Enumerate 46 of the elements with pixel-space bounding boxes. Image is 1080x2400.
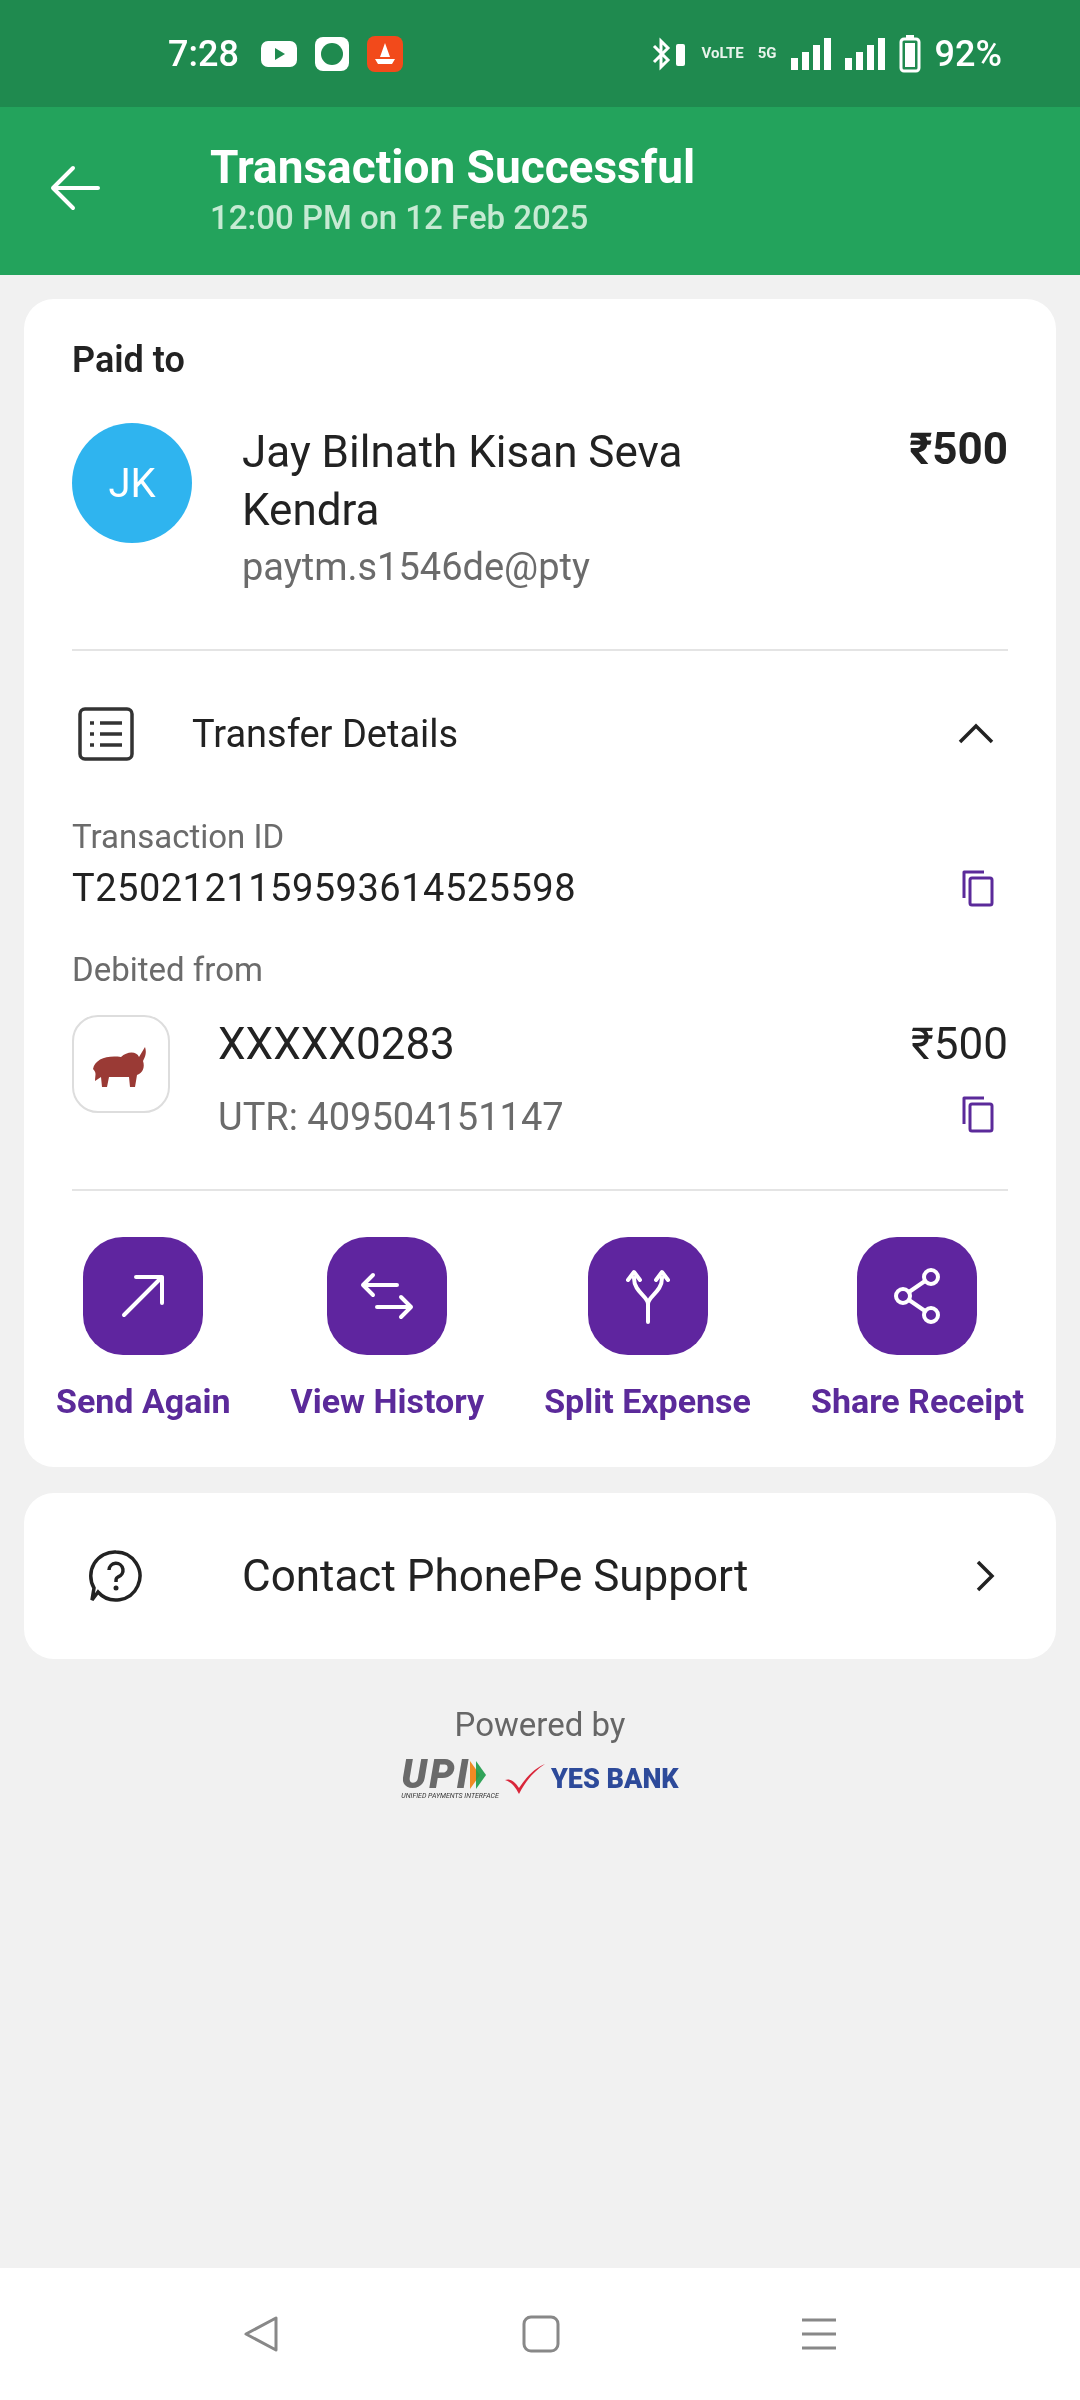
debited-amount: ₹500 xyxy=(911,1018,1008,1070)
support-button[interactable]: Contact PhonePe Support xyxy=(24,1493,1056,1659)
battery-percent: 92% xyxy=(934,32,1002,75)
page-title: Transaction Successful xyxy=(210,139,696,194)
copy-button[interactable] xyxy=(960,1094,996,1134)
action-button[interactable]: View History xyxy=(290,1237,485,1421)
account-number: XXXXX0283 xyxy=(218,1017,455,1072)
debited-from-label: Debited from xyxy=(72,950,263,989)
bank-name-logo: YES BANK xyxy=(550,1763,679,1795)
menu-icon[interactable] xyxy=(800,2317,838,2351)
triangle-icon xyxy=(470,1761,487,1789)
payee-avatar: JK xyxy=(72,423,192,543)
chevron-right-icon xyxy=(974,1558,996,1594)
boat-app-icon xyxy=(366,35,403,72)
transfer-details-title: Transfer Details xyxy=(192,712,459,756)
video-app-icon xyxy=(260,40,297,67)
copy-button[interactable] xyxy=(960,868,996,908)
utr-number: UTR: 409504151147 xyxy=(218,1095,564,1139)
paid-amount: ₹500 xyxy=(909,423,1008,475)
volte-indicator: VoLTE xyxy=(701,46,744,61)
signal-icon xyxy=(844,37,885,70)
status-time: 7:28 xyxy=(168,32,239,75)
action-button[interactable]: Share Receipt xyxy=(811,1237,1024,1421)
home-nav-icon[interactable] xyxy=(522,2315,560,2353)
help-icon xyxy=(88,1548,144,1604)
transaction-time: 12:00 PM on 12 Feb 2025 xyxy=(210,197,590,237)
network-type: 5G xyxy=(757,46,777,61)
app-icon xyxy=(314,36,349,71)
action-button[interactable]: Send Again xyxy=(56,1237,231,1421)
list-icon xyxy=(78,707,134,761)
split-arrows-icon xyxy=(625,1268,670,1324)
transaction-id-label: Transaction ID xyxy=(72,817,285,856)
signal-icon xyxy=(790,37,831,70)
upi-logo: UPI xyxy=(401,1758,471,1792)
battery-icon xyxy=(898,34,921,73)
tick-icon xyxy=(504,1764,545,1794)
powered-by-text: Powered by xyxy=(454,1705,626,1744)
paid-to-label: Paid to xyxy=(72,339,186,381)
action-button[interactable]: Split Expense xyxy=(544,1237,751,1421)
collapse-button[interactable] xyxy=(956,722,996,746)
payee-name: Jay Bilnath Kisan Seva Kendra xyxy=(242,425,684,538)
upi-id: paytm.s1546de@pty xyxy=(242,545,591,589)
transaction-id: T2502121159593614525598 xyxy=(72,866,576,910)
back-arrow-icon[interactable] xyxy=(50,165,100,211)
copy-icon xyxy=(960,1094,996,1134)
copy-icon xyxy=(960,868,996,908)
